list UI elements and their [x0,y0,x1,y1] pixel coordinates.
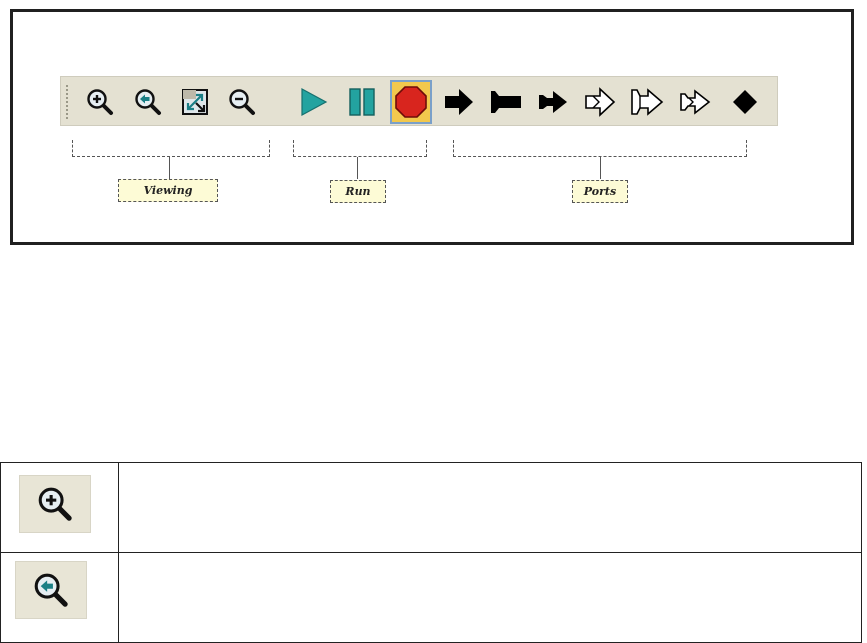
zoom-fit-icon [182,89,208,115]
relation-diamond-icon [733,90,757,114]
input-port-button[interactable] [442,85,476,119]
zoom-reset-icon [34,573,68,607]
zoom-in-icon [87,89,113,115]
zoom-in-tile [19,475,91,533]
multi-io-port-icon [680,89,711,115]
zoom-reset-icon [135,89,161,115]
viewing-group-label: Viewing [118,179,218,202]
relation-button[interactable] [728,85,762,119]
run-group-label: Run [330,180,386,203]
graph-editor-toolbar [60,76,778,126]
output-port-button[interactable] [489,85,523,119]
pause-icon [349,88,375,116]
description-cell [118,552,862,643]
zoom-in-icon [38,487,72,521]
zoom-out-icon [229,89,255,115]
ports-connector [600,157,601,179]
ports-bracket [453,140,747,157]
description-cell [118,462,862,553]
icon-cell [0,552,119,643]
run-bracket [293,140,427,157]
multi-output-port-button[interactable] [630,85,664,119]
run-button[interactable] [296,85,330,119]
io-port-icon [539,91,567,113]
input-port-icon [445,89,473,115]
zoom-fit-button[interactable] [178,85,212,119]
output-port-icon [491,91,521,113]
play-icon [301,87,328,117]
zoom-in-button[interactable] [83,85,117,119]
zoom-reset-button[interactable] [131,85,165,119]
multi-io-port-button[interactable] [678,85,712,119]
zoom-reset-tile [15,561,87,619]
run-connector [357,157,358,179]
icon-cell [0,462,119,553]
pause-button[interactable] [345,85,379,119]
multi-input-port-button[interactable] [583,85,617,119]
toolbar-grip[interactable] [66,85,68,119]
io-port-button[interactable] [536,85,570,119]
zoom-out-button[interactable] [225,85,259,119]
viewing-bracket [72,140,270,157]
table-row [0,552,862,643]
table-row [0,462,862,553]
toolbar-figure [10,9,854,245]
icon-reference-table [0,462,862,643]
ports-group-label: Ports [572,180,628,203]
multi-output-port-icon [631,88,664,116]
stop-icon [395,86,427,118]
multi-input-port-icon [585,87,616,117]
viewing-connector [169,157,170,179]
stop-button[interactable] [390,80,432,124]
